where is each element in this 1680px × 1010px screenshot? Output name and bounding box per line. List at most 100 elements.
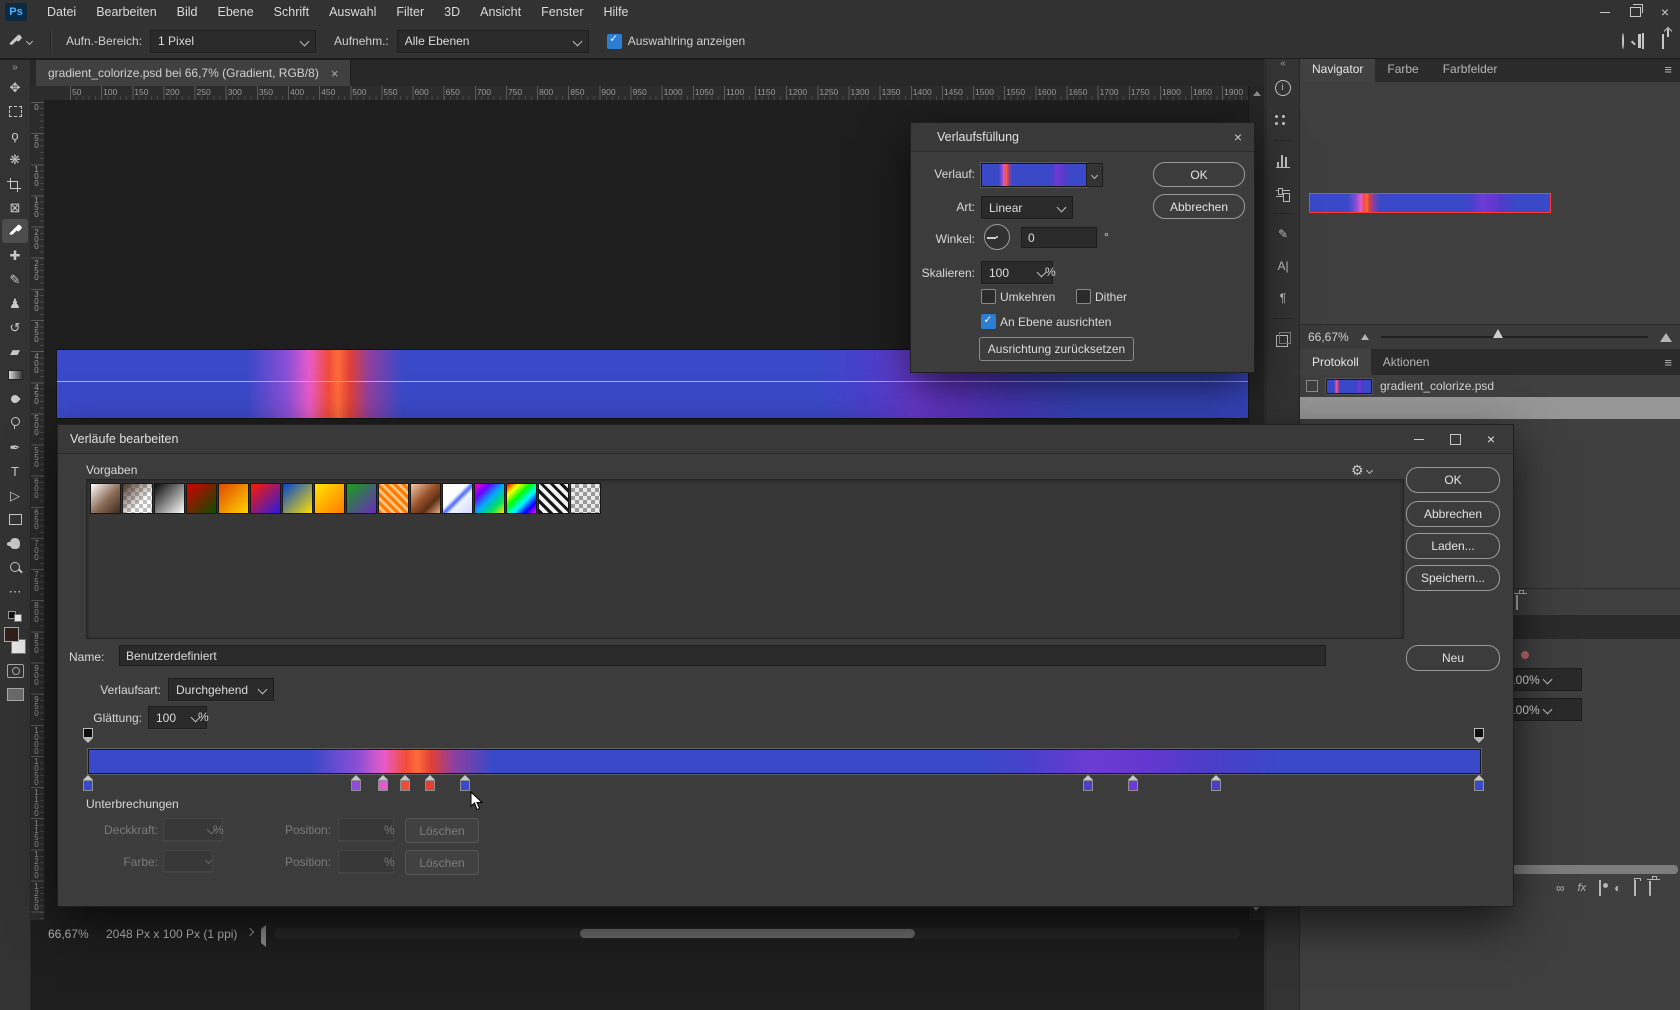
zoom-in-icon[interactable] xyxy=(1660,333,1672,342)
dialog-close-icon[interactable]: × xyxy=(1487,431,1495,447)
rectangle-tool[interactable] xyxy=(2,507,28,531)
screen-mode-button[interactable] xyxy=(7,688,24,701)
preset-violet-spectrum[interactable] xyxy=(474,483,505,514)
status-zoom-field[interactable]: 66,67% xyxy=(48,927,89,941)
gradient-picker-dropdown[interactable] xyxy=(1086,163,1103,187)
search-button[interactable] xyxy=(1622,34,1624,48)
type-tool[interactable]: T xyxy=(2,459,28,483)
path-selection-tool[interactable]: ▷ xyxy=(2,483,28,507)
menu-item-datei[interactable]: Datei xyxy=(37,0,86,24)
lasso-tool[interactable]: ϙ xyxy=(2,123,28,147)
menu-item-ansicht[interactable]: Ansicht xyxy=(470,0,531,24)
color-stop[interactable] xyxy=(1474,775,1485,791)
horizontal-ruler[interactable]: 5010015020025030035040045050055060065070… xyxy=(44,86,1248,101)
preset-orange-yellow[interactable] xyxy=(218,483,249,514)
color-stop[interactable] xyxy=(425,775,436,791)
opacity-stop[interactable] xyxy=(1474,728,1485,743)
panel-menu-icon[interactable]: ≡ xyxy=(1664,355,1672,370)
vertical-ruler[interactable]: 0501001502002503003504004505005506006507… xyxy=(30,100,45,920)
preset-red-blue[interactable] xyxy=(250,483,281,514)
blur-tool[interactable] xyxy=(2,387,28,411)
dodge-tool[interactable] xyxy=(2,411,28,435)
preset-green-purple[interactable] xyxy=(346,483,377,514)
history-source-checkbox[interactable] xyxy=(1306,380,1318,392)
ok-button[interactable]: OK xyxy=(1153,162,1245,187)
delete-layer-button[interactable] xyxy=(1649,881,1651,895)
color-stop[interactable] xyxy=(83,775,94,791)
zoom-out-icon[interactable] xyxy=(1361,334,1369,340)
active-tool-chip[interactable] xyxy=(8,34,32,49)
history-item[interactable]: gradient_colorize.psd xyxy=(1300,375,1680,397)
eyedropper-tool[interactable] xyxy=(2,219,28,243)
character-panel-button[interactable]: A| xyxy=(1269,253,1297,279)
dialog-close-icon[interactable]: × xyxy=(1234,129,1242,145)
history-item-selected[interactable] xyxy=(1300,397,1680,419)
layer-mask-button[interactable] xyxy=(1599,881,1601,895)
menu-item-schrift[interactable]: Schrift xyxy=(264,0,319,24)
layers-panel-scrollbar[interactable] xyxy=(1512,865,1678,874)
preset-white-blue[interactable] xyxy=(442,483,473,514)
layer-opacity-dropdown[interactable]: 100% xyxy=(1502,668,1582,691)
menu-item-bearbeiten[interactable]: Bearbeiten xyxy=(86,0,166,24)
cancel-button[interactable]: Abbrechen xyxy=(1153,194,1245,219)
color-swatches[interactable] xyxy=(3,627,27,654)
layer-fill-dropdown[interactable]: 100% xyxy=(1502,698,1582,721)
new-button[interactable]: Neu xyxy=(1406,645,1500,671)
ok-button[interactable]: OK xyxy=(1406,467,1500,493)
dialog-minimize-icon[interactable] xyxy=(1414,439,1424,440)
menu-item-ebene[interactable]: Ebene xyxy=(208,0,264,24)
show-ring-checkbox[interactable] xyxy=(607,34,622,49)
gradient-preview-swatch[interactable] xyxy=(981,163,1087,187)
preset-black-white[interactable] xyxy=(154,483,185,514)
hand-tool[interactable] xyxy=(2,531,28,555)
quick-selection-tool[interactable]: ❋ xyxy=(2,147,28,171)
preset-copper[interactable] xyxy=(410,483,441,514)
gradient-type-dropdown[interactable]: Durchgehend xyxy=(168,678,274,701)
layer-effects-button[interactable]: fx xyxy=(1578,882,1587,894)
angle-dial[interactable] xyxy=(984,224,1010,250)
type-dropdown[interactable]: Linear xyxy=(981,196,1073,219)
tab-aktionen[interactable]: Aktionen xyxy=(1371,349,1442,375)
workspace-button[interactable] xyxy=(1642,34,1644,48)
preset-orange-stripes[interactable] xyxy=(378,483,409,514)
gradient-tool[interactable] xyxy=(2,363,28,387)
opacity-stop[interactable] xyxy=(83,728,94,743)
tab-protokoll[interactable]: Protokoll xyxy=(1300,349,1371,375)
gradient-name-input[interactable] xyxy=(119,645,1326,666)
menu-item-bild[interactable]: Bild xyxy=(167,0,208,24)
pen-tool[interactable]: ✒ xyxy=(2,435,28,459)
eraser-tool[interactable]: ▰ xyxy=(2,339,28,363)
scroll-up-icon[interactable] xyxy=(1253,91,1261,96)
frame-tool[interactable]: ⊠ xyxy=(2,195,28,219)
navigator-proxy-preview[interactable] xyxy=(1310,194,1550,212)
menu-item-3d[interactable]: 3D xyxy=(434,0,470,24)
color-sampler-panel-button[interactable] xyxy=(1269,107,1297,133)
edit-toolbar-tool[interactable]: ⋯ xyxy=(2,579,28,603)
tab-farbfelder[interactable]: Farbfelder xyxy=(1431,56,1510,82)
tab-navigator[interactable]: Navigator xyxy=(1300,56,1375,82)
preset-rainbow[interactable] xyxy=(506,483,537,514)
minimize-button[interactable] xyxy=(1590,0,1620,24)
rect-marquee-tool[interactable] xyxy=(2,99,28,123)
gradient-editor-bar[interactable] xyxy=(88,749,1481,774)
menu-item-auswahl[interactable]: Auswahl xyxy=(319,0,386,24)
properties-panel-button[interactable] xyxy=(1269,180,1297,206)
preset-yellow-orange[interactable] xyxy=(314,483,345,514)
color-stop[interactable] xyxy=(351,775,362,791)
quick-mask-button[interactable] xyxy=(7,664,24,678)
info-panel-button[interactable] xyxy=(1269,75,1297,101)
restore-button[interactable] xyxy=(1620,0,1650,24)
reset-alignment-button[interactable]: Ausrichtung zurücksetzen xyxy=(979,337,1134,361)
color-stop[interactable] xyxy=(400,775,411,791)
menu-item-fenster[interactable]: Fenster xyxy=(531,0,593,24)
panel-menu-icon[interactable]: ≡ xyxy=(1664,62,1672,77)
navigator-zoom-field[interactable]: 66,67% xyxy=(1308,330,1349,344)
color-stop[interactable] xyxy=(1083,775,1094,791)
cancel-button[interactable]: Abbrechen xyxy=(1406,501,1500,527)
filter-dot-icon[interactable] xyxy=(1521,651,1529,659)
paragraph-panel-button[interactable]: ¶ xyxy=(1269,285,1297,311)
toolbar-expand-icon[interactable]: » xyxy=(12,60,18,75)
preset-neutral-density[interactable] xyxy=(570,483,601,514)
close-button[interactable]: × xyxy=(1650,0,1680,24)
color-stop[interactable] xyxy=(377,775,388,791)
